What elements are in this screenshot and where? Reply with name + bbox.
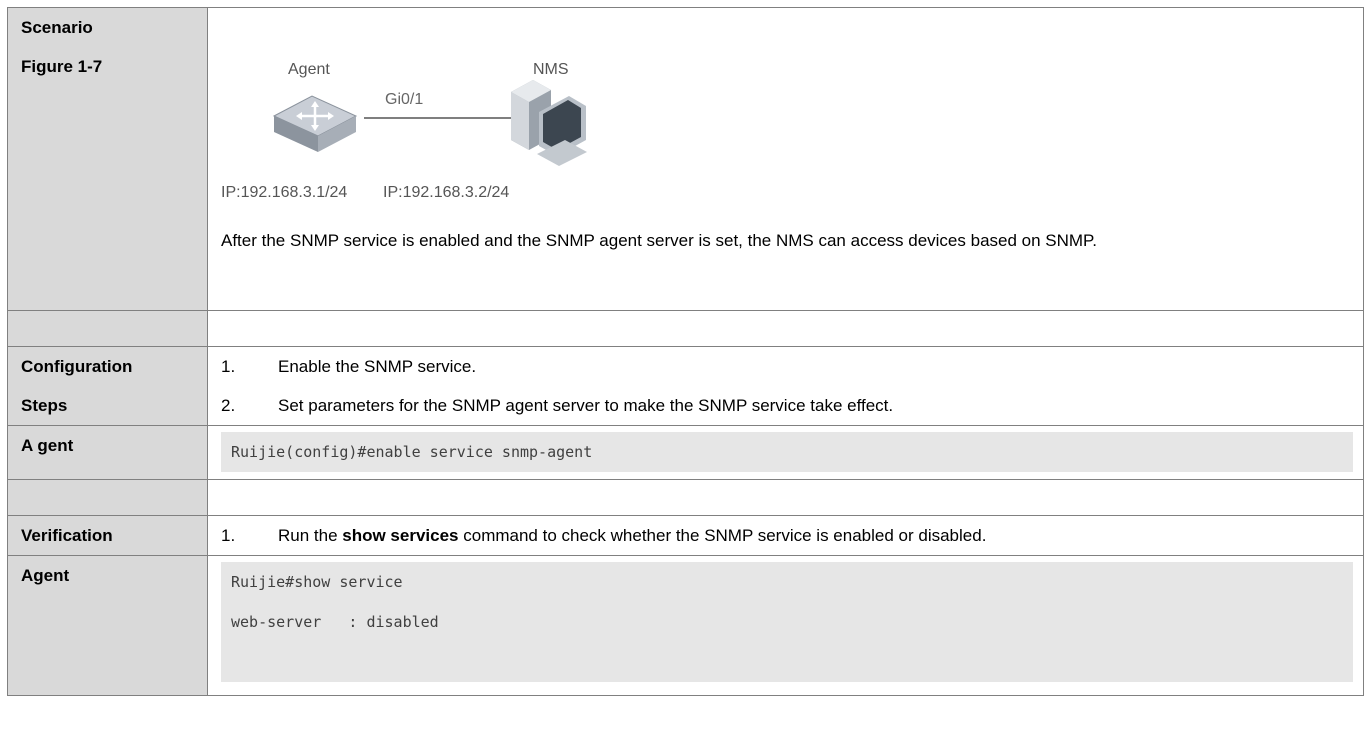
- verification-label-cell: Verification: [7, 515, 208, 556]
- agent-verify-label-cell: Agent: [7, 555, 208, 696]
- config-step-1: 1. Enable the SNMP service.: [221, 347, 1353, 386]
- agent-ip-caption: IP:192.168.3.1/24: [221, 184, 348, 201]
- computer-workstation-icon: [511, 80, 587, 166]
- step-text-after: command to check whether the SNMP servic…: [458, 526, 987, 545]
- command-name: show services: [342, 526, 459, 545]
- verification-row: Verification 1. Run the show services co…: [7, 515, 1364, 556]
- config-label-cell: Configuration Steps: [7, 346, 208, 426]
- agent-config-label-cell: A gent: [7, 425, 208, 480]
- config-step-2: 2. Set parameters for the SNMP agent ser…: [221, 386, 1353, 425]
- agent-config-content-cell: Ruijie(config)#enable service snmp-agent: [207, 425, 1364, 480]
- agent-config-row: A gent Ruijie(config)#enable service snm…: [7, 425, 1364, 480]
- spacer-content-cell-1: [207, 310, 1364, 347]
- router-switch-icon: [272, 95, 358, 152]
- scenario-content-cell: Agent NMS Gi0/1 IP:192.168.3.1/24 IP:192…: [207, 7, 1364, 311]
- agent-verify-label: Agent: [21, 566, 70, 585]
- code-line: web-server : disabled: [231, 613, 439, 631]
- snmp-config-table: Scenario Figure 1-7 Agent NMS Gi0/1 IP:1…: [7, 7, 1364, 696]
- step-text: Set parameters for the SNMP agent server…: [278, 396, 894, 415]
- scenario-label-cell: Scenario Figure 1-7: [7, 7, 208, 311]
- agent-verify-content-cell: Ruijie#show service web-server : disable…: [207, 555, 1364, 696]
- scenario-row: Scenario Figure 1-7 Agent NMS Gi0/1 IP:1…: [7, 7, 1364, 311]
- verification-step-1: 1. Run the show services command to chec…: [221, 516, 1353, 555]
- agent-verify-code-block: Ruijie#show service web-server : disable…: [221, 562, 1353, 682]
- spacer-label-cell-2: [7, 479, 208, 516]
- code-line: Ruijie#show service: [231, 573, 403, 591]
- step-number: 1.: [221, 526, 236, 545]
- config-content-cell: 1. Enable the SNMP service. 2. Set param…: [207, 346, 1364, 426]
- agent-verify-row: Agent Ruijie#show service web-server : d…: [7, 555, 1364, 696]
- step-number: 2.: [221, 396, 236, 415]
- spacer-row-1: [7, 310, 1364, 347]
- steps-label: Steps: [21, 396, 68, 415]
- spacer-row-2: [7, 479, 1364, 516]
- verification-label: Verification: [21, 526, 113, 545]
- step-text: Enable the SNMP service.: [278, 357, 477, 376]
- scenario-label: Scenario: [21, 18, 93, 37]
- step-text: Run the show services command to check w…: [278, 516, 986, 555]
- figure-label: Figure 1-7: [21, 57, 103, 76]
- verification-content-cell: 1. Run the show services command to chec…: [207, 515, 1364, 556]
- code-line: Ruijie(config)#enable service snmp-agent: [231, 443, 593, 461]
- nms-ip-caption: IP:192.168.3.2/24: [383, 184, 510, 201]
- agent-config-label: A gent: [21, 436, 74, 455]
- topology-diagram: [272, 80, 587, 166]
- step-number: 1.: [221, 357, 236, 376]
- agent-config-code-block: Ruijie(config)#enable service snmp-agent: [221, 432, 1353, 472]
- config-steps-row: Configuration Steps 1. Enable the SNMP s…: [7, 346, 1364, 426]
- scenario-description: After the SNMP service is enabled and th…: [221, 231, 1097, 250]
- network-topology-figure: Agent NMS Gi0/1 IP:192.168.3.1/24 IP:192…: [221, 8, 1353, 218]
- step-text-before: Run the: [278, 526, 343, 545]
- spacer-label-cell-1: [7, 310, 208, 347]
- config-label: Configuration: [21, 357, 133, 376]
- spacer-content-cell-2: [207, 479, 1364, 516]
